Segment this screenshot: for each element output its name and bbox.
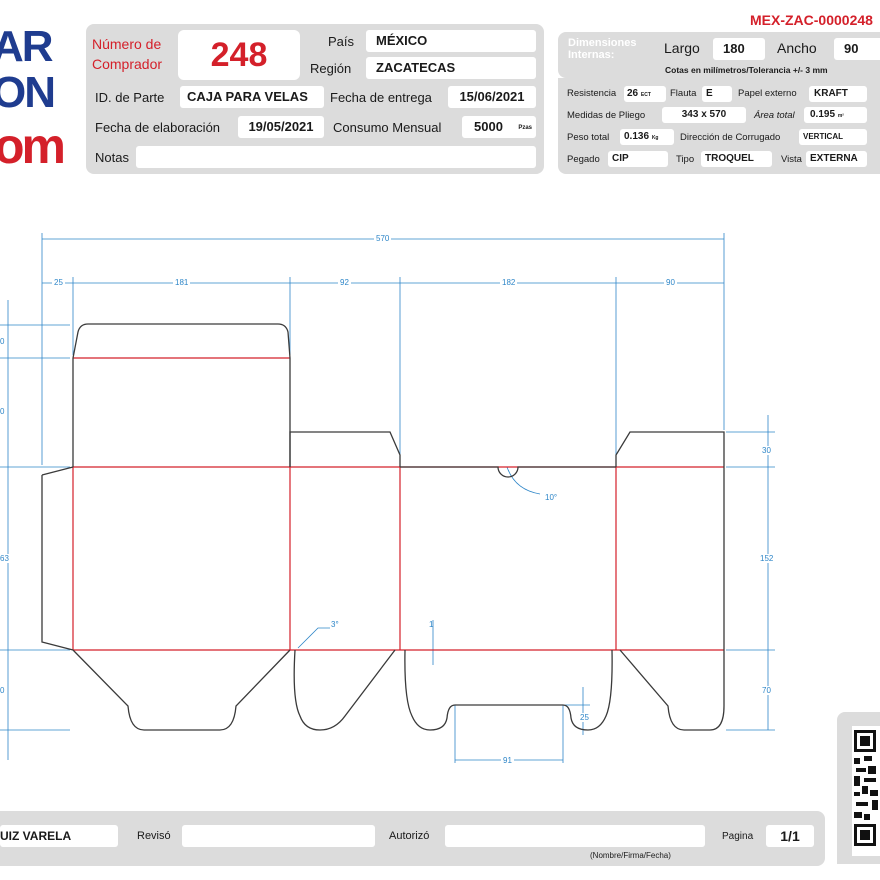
dim-25b: 25 [578,713,591,722]
dim-1: 1 [429,620,434,629]
dim-left-0b: 0 [0,407,5,416]
reviso-label: Revisó [137,830,171,842]
crease-lines [72,357,724,651]
dim-90: 90 [664,278,677,287]
dim-181: 181 [173,278,191,287]
dim-left-0c: 0 [0,686,5,695]
dim-left-0a: 0 [0,337,5,346]
dim-total: 570 [374,234,392,243]
dim-70: 70 [760,686,773,695]
autorizo-label: Autorizó [389,830,430,842]
reviso-field [182,825,375,847]
pagina-field: 1/1 [766,825,814,847]
dim-left-63: 63 [0,554,9,563]
dim-92: 92 [338,278,351,287]
elaboro-field: UIZ VARELA [0,825,118,847]
dimension-lines [0,233,775,763]
dim-30: 30 [760,446,773,455]
dim-91: 91 [501,756,514,765]
dim-25: 25 [52,278,65,287]
firma-note: (Nombre/Firma/Fecha) [590,851,671,860]
qr-code-icon [852,726,880,856]
dim-152: 152 [758,554,776,563]
dim-10deg: 10° [545,493,558,502]
dim-182: 182 [500,278,518,287]
dim-3deg: 3° [331,620,339,629]
box-dieline-drawing [0,233,775,763]
elaboro-value: UIZ VARELA [0,829,72,843]
pagina-label: Pagina [722,831,754,842]
pagina-value: 1/1 [780,828,800,844]
autorizo-field [445,825,705,847]
cut-lines [41,323,725,731]
